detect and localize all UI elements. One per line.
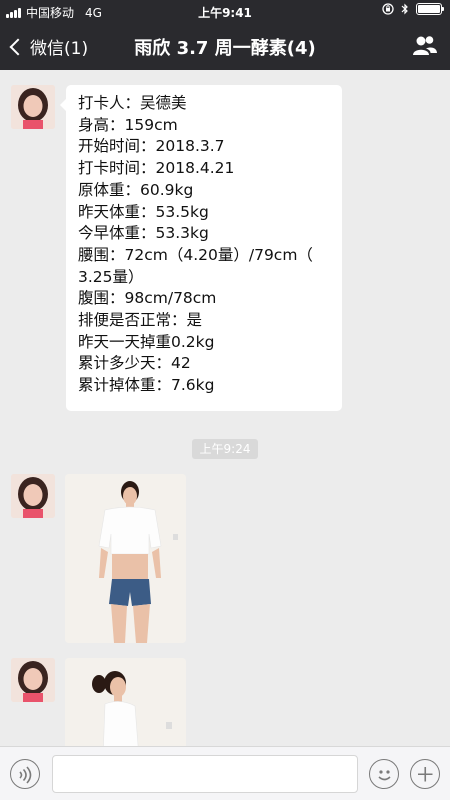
checkin-line: 昨天一天掉重0.2kg [78, 332, 215, 351]
group-icon[interactable] [412, 34, 438, 58]
checkin-line: 3.25量） [78, 267, 144, 286]
checkin-line: 打卡人：吴德美 [78, 94, 187, 112]
checkin-line: 腹围：98cm/78cm [78, 289, 217, 308]
status-right [382, 3, 444, 15]
emoji-icon [378, 770, 391, 781]
plus-icon [418, 767, 433, 782]
avatar[interactable] [11, 474, 55, 518]
avatar-image [11, 658, 55, 702]
checkin-card-bubble[interactable]: 打卡人：吴德美 身高：159cm 开始时间：2018.3.7 打卡时间：2018.4.… [60, 85, 342, 411]
emoji-button[interactable] [369, 759, 399, 789]
battery-icon [416, 3, 444, 15]
voice-icon [19, 766, 32, 784]
checkin-line: 排便是否正常：是 [78, 311, 203, 330]
checkin-line: 累计掉体重：7.6kg [78, 376, 215, 395]
message-input[interactable] [52, 755, 358, 793]
back-label: 微信(1) [30, 39, 89, 59]
voice-button[interactable] [10, 759, 40, 789]
nav-bar: 微信(1) 雨欣 3.7 周一酵素(4) [0, 22, 450, 70]
front-view-image [65, 474, 186, 643]
checkin-line: 打卡时间：2018.4.21 [78, 159, 235, 178]
avatar-image [11, 474, 55, 518]
checkin-line: 累计多少天：42 [78, 354, 191, 373]
input-bar [0, 746, 450, 800]
rotation-lock-icon [382, 3, 394, 15]
checkin-line: 原体重：60.9kg [78, 180, 194, 199]
status-bar: 中国移动 4G 上午9:41 [0, 0, 450, 22]
side-view-photo[interactable] [65, 658, 186, 746]
avatar[interactable] [11, 85, 55, 129]
checkin-line: 今早体重：53.3kg [78, 224, 209, 243]
checkin-card-text: 打卡人：吴德美 身高：159cm 开始时间：2018.3.7 打卡时间：2018.4.… [78, 93, 330, 397]
checkin-line: 腰围：72cm（4.20量）/79cm（ [78, 245, 313, 264]
bluetooth-icon [401, 3, 408, 15]
checkin-line: 开始时间：2018.3.7 [78, 137, 225, 156]
chevron-left-icon [9, 38, 27, 55]
checkin-line: 昨天体重：53.5kg [78, 202, 209, 221]
front-view-photo[interactable] [65, 474, 186, 643]
plus-button[interactable] [410, 759, 440, 789]
back-button[interactable]: 微信(1) [8, 34, 88, 59]
avatar-image [11, 85, 55, 129]
avatar[interactable] [11, 658, 55, 702]
checkin-line: 身高：159cm [78, 115, 178, 134]
battery-fill [418, 5, 440, 13]
side-view-image [65, 658, 186, 746]
message-timestamp: 上午9:24 [192, 439, 258, 459]
message-list[interactable]: 打卡人：吴德美 身高：159cm 开始时间：2018.3.7 打卡时间：2018.4.… [0, 70, 450, 746]
